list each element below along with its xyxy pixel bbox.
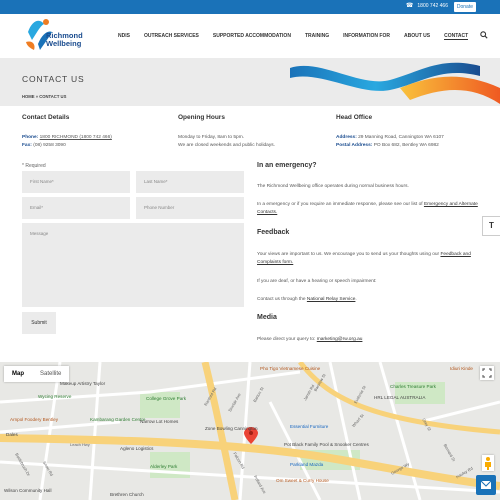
feedback-p1: Your views are important to us. We encou… — [257, 251, 482, 267]
emergency-p2: In a emergency or if you require an imme… — [257, 201, 482, 217]
submit-button[interactable]: Submit — [22, 312, 56, 334]
nav-outreach-services[interactable]: OUTREACH SERVICES — [144, 33, 199, 40]
road — [328, 362, 362, 500]
nav-supported-accommodation[interactable]: SUPPORTED ACCOMMODATION — [213, 33, 291, 40]
map[interactable]: Makeup Artistry Taylor Wycing Reserve Ar… — [0, 362, 500, 500]
fullscreen-icon[interactable] — [480, 366, 494, 380]
feedback-p3-text: Contact us through the — [257, 297, 306, 302]
mail-icon[interactable] — [476, 475, 496, 495]
map-label: HRL LEGAL AUSTRALIA — [374, 395, 426, 400]
top-phone[interactable]: ☎ 1800 742 466 — [405, 2, 448, 10]
emergency-p1: The Richmond Wellbeing office operates d… — [257, 184, 409, 189]
map-tab-satellite[interactable]: Satellite — [32, 366, 69, 382]
feedback-title: Feedback — [257, 229, 290, 236]
top-bar: ☎ 1800 742 466 Donate — [0, 0, 500, 14]
required-note: * Required — [22, 163, 46, 169]
breadcrumb[interactable]: HOME » CONTACT US — [22, 94, 66, 99]
map-label: Pho Tigo Vietnamese Cuisine — [260, 366, 321, 371]
phone-label: Phone: — [22, 135, 39, 140]
page-title: CONTACT US — [22, 74, 85, 84]
fax-label: Fax: — [22, 143, 32, 148]
road-label: Leach Hwy — [70, 442, 90, 447]
phone-link[interactable]: 1800 RICHMOND (1800 742 466) — [40, 135, 112, 140]
map-type-tabs: Map Satellite — [4, 366, 70, 382]
nav-training[interactable]: TRAINING — [305, 33, 329, 40]
logo[interactable]: Richmond Wellbeing — [22, 16, 102, 56]
map-label: Pot Black Family Pool & Snooker Centres — [284, 442, 369, 447]
phone-field[interactable]: Phone Number — [136, 197, 244, 219]
map-label: Alderley Park — [150, 464, 178, 469]
map-label: Parkland Mazda — [290, 462, 324, 467]
head-office-block: Address: 29 Manning Road, Cannington WA … — [336, 134, 444, 150]
site-header: Richmond Wellbeing NDIS OUTREACH SERVICE… — [0, 14, 500, 58]
top-phone-number[interactable]: 1800 742 466 — [417, 3, 448, 9]
feedback-p1-text: Your views are important to us. We encou… — [257, 252, 440, 257]
map-label: Arnpol Foodery Bentley — [10, 417, 59, 422]
postal-label: Postal Address: — [336, 143, 373, 148]
search-icon[interactable] — [480, 31, 488, 39]
contact-details-block: Phone: 1800 RICHMOND (1800 742 466) Fax:… — [22, 134, 112, 150]
map-label: Kambarang Garden Centre — [90, 417, 146, 422]
map-label: Dales — [6, 432, 18, 437]
road — [0, 420, 121, 434]
page-hero: CONTACT US HOME » CONTACT US — [0, 58, 500, 106]
address-label: Address: — [336, 135, 357, 140]
media-email-link[interactable]: marketing@rw.org.au — [317, 337, 363, 342]
nav-contact[interactable]: CONTACT — [444, 33, 469, 40]
map-label: Idiuri Kinde — [450, 366, 473, 371]
message-field[interactable]: Message — [22, 223, 244, 307]
media-text-label: Please direct your query to: — [257, 337, 316, 342]
phone-icon: ☎ — [405, 3, 414, 9]
fax-value: (08) 9258 3090 — [33, 143, 66, 148]
map-label: Brethren Church — [110, 492, 144, 497]
contact-details-title: Contact Details — [22, 114, 70, 121]
map-label: Wycing Reserve — [38, 394, 72, 399]
map-label: Wilson Community Hall — [4, 488, 52, 493]
opening-hours-title: Opening Hours — [178, 114, 225, 121]
map-label: Charles Treasure Park — [390, 384, 436, 389]
emergency-p2-text: In a emergency or if you require an imme… — [257, 202, 423, 207]
emergency-title: In an emergency? — [257, 162, 317, 169]
road — [419, 400, 500, 424]
media-title: Media — [257, 314, 277, 321]
map-label: College Grove Park — [146, 396, 187, 401]
email-field[interactable]: Email* — [22, 197, 130, 219]
map-label: Narrow Lot Homes — [140, 419, 179, 424]
hours-line2: We are closed weekends and public holida… — [178, 143, 275, 148]
address-value: 29 Manning Road, Cannington WA 6107 — [358, 135, 444, 140]
relay-service-link[interactable]: National Relay Service — [307, 297, 356, 302]
nav-ndis[interactable]: NDIS — [118, 33, 130, 40]
feedback-p3: Contact us through the National Relay Se… — [257, 297, 357, 302]
map-label: Agleno Logistics — [120, 446, 154, 451]
map-label: Zone Bowling Cannington — [205, 426, 258, 431]
head-office-title: Head Office — [336, 114, 373, 121]
logo-line2: Wellbeing — [46, 39, 82, 48]
hours-line1: Monday to Friday, 8am to 5pm. — [178, 135, 245, 140]
main-nav: NDIS OUTREACH SERVICES SUPPORTED ACCOMMO… — [118, 33, 482, 40]
map-label: Essential Furniture — [290, 424, 329, 429]
map-label: Om Sweet & Curry House — [276, 478, 329, 483]
nav-about-us[interactable]: ABOUT US — [404, 33, 430, 40]
ribbon-graphic — [290, 62, 500, 104]
street-view-pegman-icon[interactable] — [482, 455, 494, 471]
first-name-field[interactable]: First Name* — [22, 171, 130, 193]
road — [38, 362, 62, 500]
map-tab-map[interactable]: Map — [4, 366, 32, 382]
nav-information-for[interactable]: INFORMATION FOR — [343, 33, 390, 40]
postal-value: PO Box 682, Bentley WA 6982 — [373, 143, 439, 148]
last-name-field[interactable]: Last Name* — [136, 171, 244, 193]
opening-hours-block: Monday to Friday, 8am to 5pm. We are clo… — [178, 134, 275, 150]
media-text: Please direct your query to: marketing@r… — [257, 336, 482, 344]
pin-dot — [249, 431, 253, 435]
text-size-button[interactable]: T — [482, 216, 500, 236]
donate-button[interactable]: Donate — [453, 2, 476, 12]
feedback-p2: If you are deaf, or have a hearing or sp… — [257, 279, 377, 284]
